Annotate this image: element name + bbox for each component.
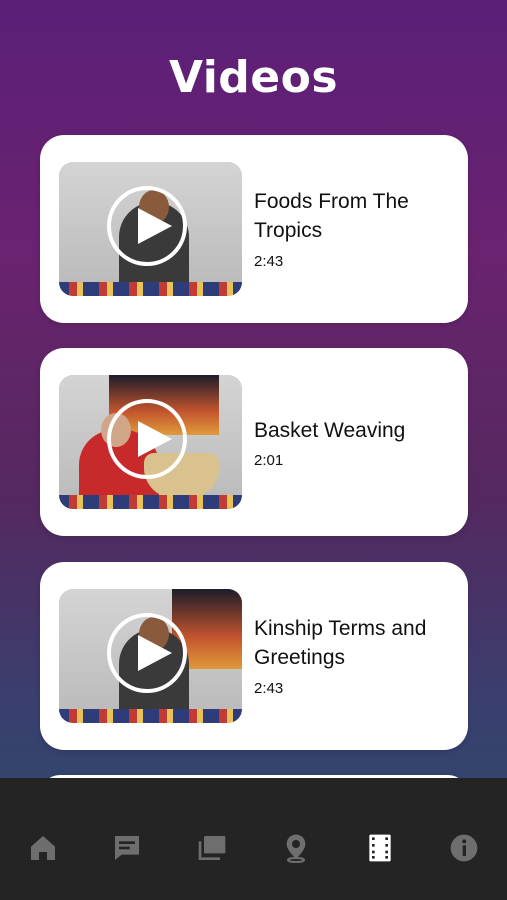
- thumbnail-rug: [59, 709, 242, 723]
- video-title: Basket Weaving: [254, 419, 406, 442]
- video-duration: 2:01: [254, 452, 284, 469]
- thumbnail-rug: [59, 282, 242, 296]
- video-card-basket[interactable]: Basket Weaving 2:01: [40, 348, 468, 536]
- tab-map[interactable]: [276, 828, 316, 868]
- home-icon: [31, 836, 55, 860]
- play-icon[interactable]: [107, 613, 187, 693]
- video-card-foods[interactable]: Foods From The Tropics 2:43: [40, 135, 468, 323]
- film-icon: [369, 834, 391, 862]
- video-card-kinship[interactable]: Kinship Terms and Greetings 2:43: [40, 562, 468, 750]
- tab-home[interactable]: [23, 828, 63, 868]
- video-title: Foods From The Tropics: [254, 190, 409, 242]
- tab-bar: [0, 778, 507, 900]
- video-duration: 2:43: [254, 253, 284, 270]
- tab-chat[interactable]: [107, 828, 147, 868]
- chat-icon: [115, 836, 139, 860]
- video-thumbnail[interactable]: [59, 375, 242, 509]
- thumbnail-rug: [59, 495, 242, 509]
- tab-info[interactable]: [444, 828, 484, 868]
- gallery-icon: [198, 836, 226, 860]
- video-title: Kinship Terms and Greetings: [254, 617, 427, 669]
- map-pin-icon: [286, 834, 306, 863]
- page-title: Videos: [168, 52, 339, 103]
- play-icon[interactable]: [107, 186, 187, 266]
- tab-videos[interactable]: [360, 828, 400, 868]
- tab-gallery[interactable]: [192, 828, 232, 868]
- info-icon: [450, 834, 478, 862]
- video-duration: 2:43: [254, 680, 284, 697]
- play-icon[interactable]: [107, 399, 187, 479]
- video-thumbnail[interactable]: [59, 589, 242, 723]
- video-thumbnail[interactable]: [59, 162, 242, 296]
